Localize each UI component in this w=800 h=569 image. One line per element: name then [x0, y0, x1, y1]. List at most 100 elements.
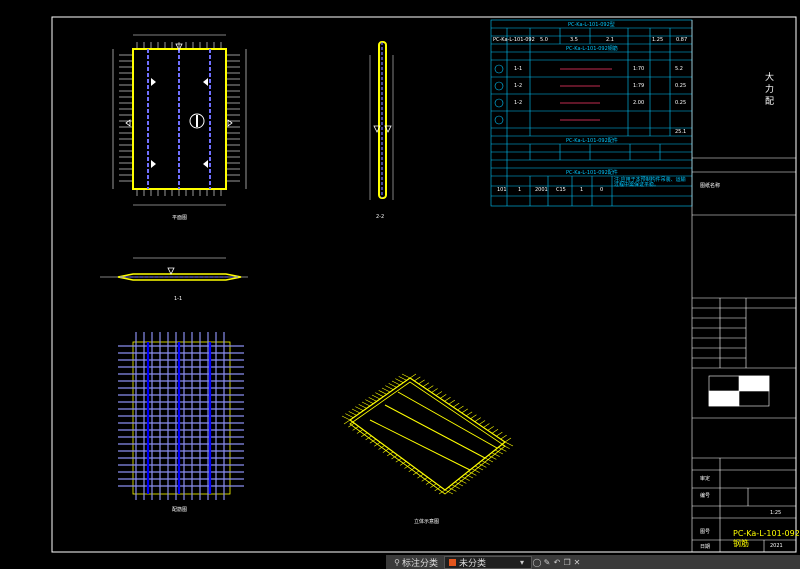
iso-view-label: 立体示意图: [414, 519, 440, 525]
rebar-view-label: 配筋图: [172, 507, 188, 513]
table-title-2: PC-Ka-L-101-092钢筋: [566, 46, 618, 52]
chevron-down-icon: ▾: [520, 557, 525, 567]
rebar-stub: [371, 394, 381, 400]
rebar-stub: [375, 392, 384, 397]
rebar-stub: [378, 390, 387, 395]
rebar-stub: [491, 429, 499, 434]
undo-icon[interactable]: ↶: [552, 558, 562, 567]
section-2-2-label: 2-2: [376, 214, 385, 220]
row4-cell-2: 2.00: [633, 100, 645, 106]
table-title-4: PC-Ka-L-101-092配件: [566, 170, 618, 176]
row1-cell-1: 5.0: [540, 37, 548, 43]
table-total: 25.1: [675, 129, 687, 135]
rebar-shape-marks: [560, 68, 612, 121]
category-dropdown[interactable]: 未分类 ▾: [444, 555, 533, 569]
scale-value: 1:25: [770, 510, 782, 516]
rebar-stub: [461, 408, 468, 414]
rebar-stub: [478, 420, 486, 425]
rebar-stub: [368, 397, 377, 402]
rebar-stub: [504, 441, 514, 447]
row3-cell-3: 0.25: [675, 83, 687, 89]
row1-cell-5: 0.87: [676, 37, 688, 43]
row2-cell-2: 1:70: [633, 66, 645, 72]
markup-category-label[interactable]: 标注分类: [402, 556, 438, 569]
rebar-stub: [351, 408, 361, 414]
copy-icon[interactable]: ❐: [562, 558, 572, 567]
section-2-2-view: [369, 41, 394, 200]
rebar-stub: [483, 423, 490, 428]
row1-cell-4: 1.25: [652, 37, 664, 43]
rebar-stub: [348, 411, 357, 416]
company-char-3: 配: [765, 97, 775, 107]
rebar-stub: [435, 391, 443, 396]
markup-icon[interactable]: ⚲: [392, 558, 402, 567]
rebar-stub: [504, 437, 512, 443]
plan-view: [112, 34, 247, 206]
table-title-1: PC-Ka-L-101-092型: [568, 22, 615, 28]
rebar-stub: [440, 394, 447, 399]
acc-cell-3: C15: [556, 187, 566, 193]
rebar-stub: [361, 401, 371, 407]
pen-icon[interactable]: ✎: [542, 558, 552, 567]
row4-cell-0: 1-2: [514, 100, 523, 106]
rebar-stub: [422, 382, 430, 387]
rebar-stub: [391, 380, 401, 386]
rebar-stub: [365, 399, 374, 404]
rebar-stub: [401, 373, 411, 379]
rebar-stub: [395, 378, 404, 383]
rebar-stub: [381, 387, 391, 393]
markup-label: 标注分类: [402, 558, 439, 569]
row1-cell-3: 2.1: [606, 37, 614, 43]
section-1-1-label: 1-1: [174, 296, 183, 302]
rebar-stub: [457, 405, 464, 411]
visibility-icon[interactable]: ◯: [532, 558, 542, 567]
rebar-stub: [453, 402, 460, 408]
rebar-stub: [398, 376, 407, 381]
rebar-stub: [345, 413, 354, 418]
rebar-stub: [358, 404, 367, 409]
rebar-stub: [355, 406, 364, 411]
row1-cell-0: PC-Ka-L-101-092: [493, 37, 535, 43]
rebar-stub: [465, 411, 473, 417]
row2-cell-3: 5.2: [675, 66, 683, 72]
rebar-stub: [409, 373, 417, 379]
title-block: [691, 20, 796, 552]
rebar-stub: [474, 417, 481, 422]
rebar-stub: [470, 414, 477, 419]
acc-cell-0: 101: [497, 187, 507, 193]
date-label: 日期: [700, 544, 711, 550]
table-title-3: PC-Ka-L-101-092配件: [566, 138, 618, 144]
acc-cell-5: 0: [600, 187, 604, 193]
row4-cell-3: 0.25: [675, 100, 687, 106]
section-1-1-view: [100, 257, 248, 281]
rebar-stub: [431, 388, 438, 393]
stage-label: 审定: [700, 476, 711, 482]
rebar-stub: [343, 419, 351, 425]
row3-cell-2: 1:79: [633, 83, 645, 89]
delete-icon[interactable]: ✕: [572, 558, 582, 567]
rebar-stub: [418, 379, 425, 385]
table-note: 注:应用于本预制构件吊装、运输过程中需保证平稳。: [614, 177, 686, 188]
rebar-stub: [388, 383, 397, 388]
drawing-code: PC-Ka-L-101-092钢筋: [733, 529, 800, 548]
rebar-stub: [341, 415, 351, 421]
row2-cell-0: 1-1: [514, 66, 523, 72]
rebar-stub: [444, 397, 451, 402]
rebar-stub: [414, 376, 421, 382]
rebar-stub: [385, 385, 394, 390]
markup-toolbar: ⚲ 标注分类 未分类 ▾ ◯ ✎ ↶ ❐ ✕: [386, 555, 800, 569]
drawn-label: 编号: [700, 493, 711, 499]
acc-cell-2: 2001: [535, 187, 548, 193]
row1-cell-2: 3.5: [570, 37, 578, 43]
isometric-view: [341, 373, 514, 495]
rebar-stub: [496, 431, 503, 437]
design-label: 图纸名称: [700, 183, 721, 189]
acc-cell-1: 1: [518, 187, 522, 193]
rebar-stub: [448, 399, 456, 405]
rebar-stub: [500, 434, 507, 440]
sheet-label: 图号: [700, 529, 711, 535]
rebar-stub: [427, 385, 434, 390]
plan-view-label: 平面图: [172, 215, 188, 221]
category-color-swatch: [449, 558, 457, 566]
category-value: 未分类: [459, 558, 487, 569]
